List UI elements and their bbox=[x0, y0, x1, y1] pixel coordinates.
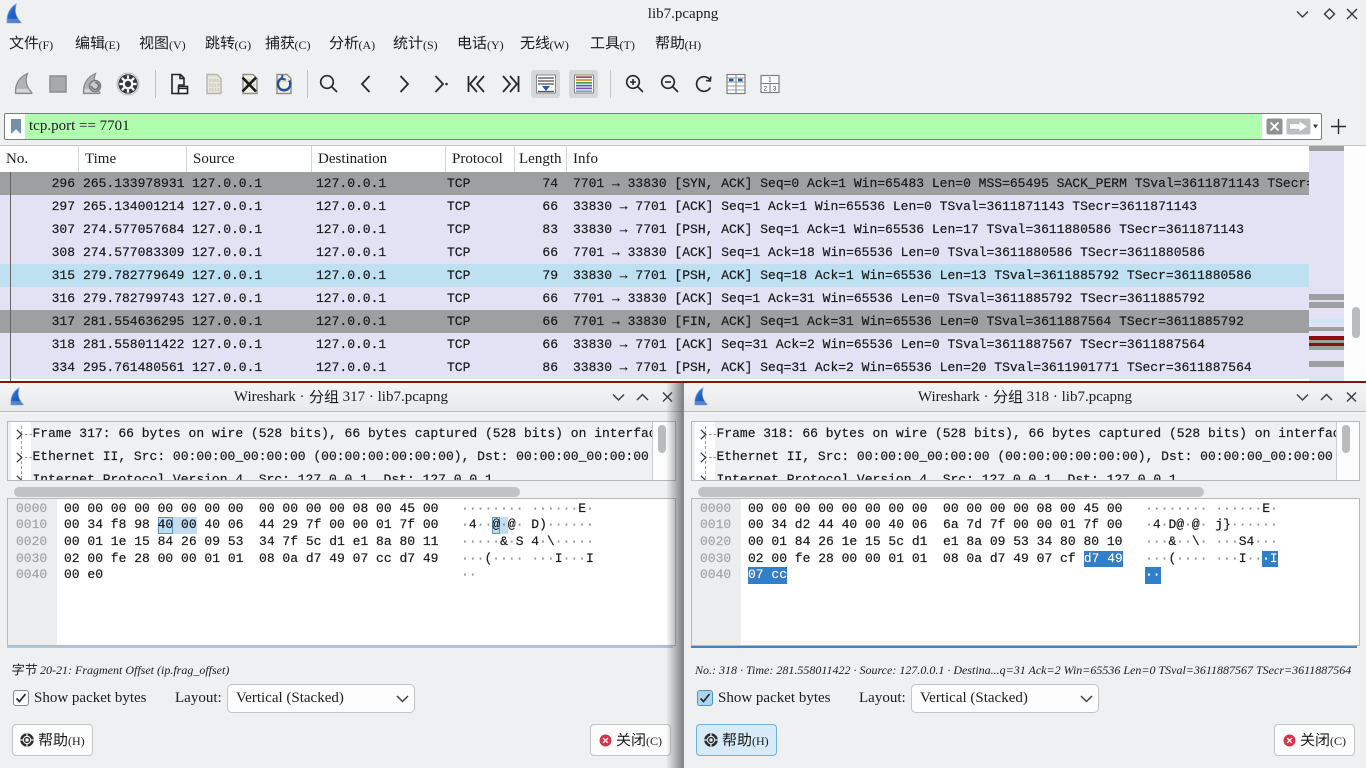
svg-text:0111: 0111 bbox=[209, 88, 220, 93]
